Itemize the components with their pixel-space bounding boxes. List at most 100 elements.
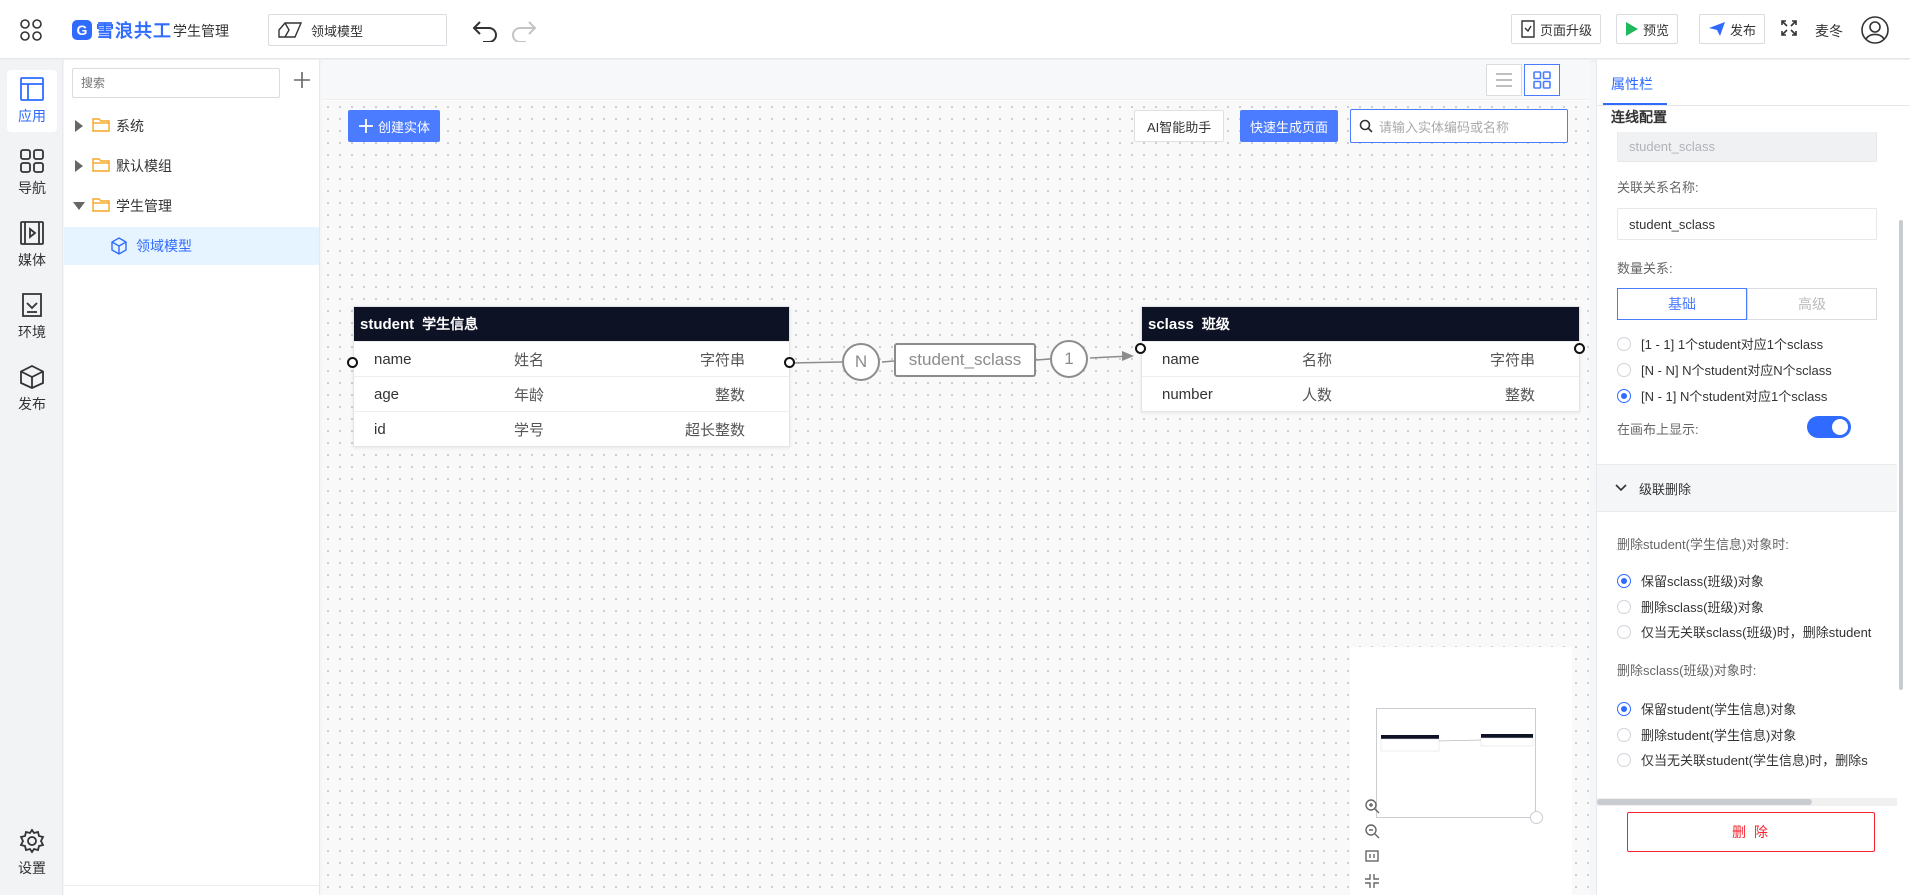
quantity-option[interactable]: [N - 1] N个student对应1个sclass (1617, 386, 1827, 405)
student-left-port[interactable] (347, 357, 358, 368)
quantity-option[interactable]: [1 - 1] 1个student对应1个sclass (1617, 334, 1823, 353)
fullscreen-icon[interactable] (1780, 19, 1798, 40)
tab-properties[interactable]: 属性栏 (1611, 74, 1653, 94)
caret-down-icon[interactable] (70, 201, 88, 211)
caret-right-icon[interactable] (70, 160, 88, 172)
sclass-delete-label: 删除sclass(班级)对象时: (1617, 663, 1757, 678)
tree-search-input[interactable] (72, 68, 280, 98)
target-cardinality[interactable]: 1 (1050, 340, 1088, 378)
tree-item-default-module[interactable]: 默认模组 (64, 147, 319, 185)
student-delete-option[interactable]: 保留sclass(班级)对象 (1617, 571, 1764, 590)
seg-advanced[interactable]: 高级 (1747, 288, 1877, 320)
logo-icon: G (72, 20, 92, 40)
entity-field[interactable]: id 学号 超长整数 (354, 411, 789, 446)
redo-icon[interactable] (508, 18, 538, 45)
radio[interactable] (1617, 752, 1631, 767)
entity-field[interactable]: number 人数 整数 (1142, 376, 1579, 411)
radio[interactable] (1617, 727, 1631, 742)
list-view-icon[interactable] (1486, 64, 1522, 96)
er-canvas[interactable]: 创建实体 AI智能助手 快速生成页面 请输入实体编码或名称 student 学生… (322, 101, 1590, 895)
student-right-port[interactable] (784, 357, 795, 368)
environment-icon (22, 293, 42, 317)
publish-button[interactable]: 发布 (1699, 14, 1766, 44)
rail-item-env[interactable]: 环境 (7, 286, 57, 348)
entity-field[interactable]: name 名称 字符串 (1142, 341, 1579, 376)
entity-sclass[interactable]: sclass 班级 name 名称 字符串 number 人数 整数 (1141, 306, 1580, 412)
source-cardinality[interactable]: N (842, 343, 880, 381)
exit-fullscreen-icon[interactable] (1362, 868, 1382, 893)
minimap-resize-handle[interactable] (1530, 811, 1543, 824)
radio-checked[interactable] (1617, 573, 1631, 588)
rail-item-publish[interactable]: 发布 (7, 358, 57, 420)
sclass-right-port[interactable] (1574, 343, 1585, 354)
relation-code-field: student_sclass (1617, 132, 1877, 162)
brand-name: 雪浪共工 (96, 21, 172, 41)
panel-divider (1597, 105, 1910, 106)
username[interactable]: 麦冬 (1815, 21, 1843, 41)
rail-item-nav[interactable]: 导航 (7, 142, 57, 204)
relation-label[interactable]: student_sclass (894, 343, 1036, 377)
fit-view-icon[interactable] (1362, 843, 1382, 868)
sclass-delete-option[interactable]: 保留student(学生信息)对象 (1617, 699, 1796, 718)
caret-right-icon[interactable] (70, 120, 88, 132)
zoom-in-icon[interactable] (1362, 793, 1382, 818)
entity-header[interactable]: student 学生信息 (354, 307, 789, 341)
radio[interactable] (1617, 599, 1631, 614)
field-type: 整数 (714, 386, 745, 404)
page-upgrade-button[interactable]: 页面升级 (1511, 14, 1602, 44)
zoom-out-icon[interactable] (1362, 818, 1382, 843)
cascade-delete-header[interactable]: 级联删除 (1597, 464, 1897, 512)
media-icon (20, 221, 44, 245)
quantity-option[interactable]: [N - N] N个student对应N个sclass (1617, 360, 1832, 379)
entity-field[interactable]: age 年龄 整数 (354, 376, 789, 411)
app-grid-icon[interactable] (18, 17, 44, 43)
radio-checked[interactable] (1617, 388, 1631, 403)
tree-item-system[interactable]: 系统 (64, 107, 319, 145)
rail-label-settings: 设置 (18, 860, 46, 876)
user-avatar-icon[interactable] (1860, 15, 1890, 48)
panel-horizontal-scrollbar[interactable] (1597, 798, 1897, 806)
minimap[interactable] (1350, 647, 1572, 895)
tree-resize-handle[interactable] (64, 885, 319, 895)
app-name: 学生管理 (173, 23, 229, 39)
delete-button[interactable]: 删 除 (1627, 812, 1875, 852)
minimap-viewport[interactable] (1376, 708, 1536, 818)
radio[interactable] (1617, 336, 1631, 351)
apps-icon (20, 149, 44, 173)
radio-label: 删除student(学生信息)对象 (1641, 728, 1797, 743)
tree-item-domain-model[interactable]: 领域模型 (64, 227, 319, 265)
sclass-delete-option[interactable]: 仅当无关联student(学生信息)时，删除s (1617, 750, 1868, 769)
student-delete-option[interactable]: 删除sclass(班级)对象 (1617, 597, 1764, 616)
entity-header[interactable]: sclass 班级 (1142, 307, 1579, 341)
student-delete-option[interactable]: 仅当无关联sclass(班级)时，删除student (1617, 622, 1871, 641)
model-select[interactable]: 领域模型 (268, 14, 447, 46)
radio[interactable] (1617, 362, 1631, 377)
sclass-delete-option[interactable]: 删除student(学生信息)对象 (1617, 725, 1796, 744)
undo-icon[interactable] (471, 18, 501, 45)
grid-view-icon[interactable] (1524, 64, 1560, 96)
rail-item-settings[interactable]: 设置 (7, 822, 57, 884)
entity-student[interactable]: student 学生信息 name 姓名 字符串 age 年龄 整数 id 学号… (353, 306, 790, 447)
rail-item-media[interactable]: 媒体 (7, 214, 57, 276)
preview-button[interactable]: 预览 (1616, 14, 1679, 44)
radio-checked[interactable] (1617, 701, 1631, 716)
tree-item-student-mgmt[interactable]: 学生管理 (64, 187, 319, 225)
radio-label: 删除sclass(班级)对象 (1641, 600, 1764, 615)
radio-label: 保留sclass(班级)对象 (1641, 574, 1764, 589)
sclass-left-port[interactable] (1135, 343, 1146, 354)
folder-icon (92, 117, 110, 135)
entity-field[interactable]: name 姓名 字符串 (354, 341, 789, 376)
relation-name-field[interactable]: student_sclass (1617, 208, 1877, 240)
radio-label: [N - 1] N个student对应1个sclass (1641, 389, 1828, 404)
radio[interactable] (1617, 624, 1631, 639)
field-type: 整数 (1504, 386, 1535, 404)
add-icon[interactable] (292, 70, 312, 93)
seg-basic[interactable]: 基础 (1617, 288, 1747, 320)
field-name: name (1162, 350, 1200, 368)
panel-scrollbar[interactable] (1899, 220, 1903, 690)
publish-label: 发布 (1730, 22, 1757, 38)
brand-logo[interactable]: G 雪浪共工 (72, 18, 172, 42)
rail-item-app[interactable]: 应用 (7, 70, 57, 132)
show-on-canvas-toggle[interactable] (1807, 416, 1851, 438)
cube-icon (20, 364, 44, 389)
